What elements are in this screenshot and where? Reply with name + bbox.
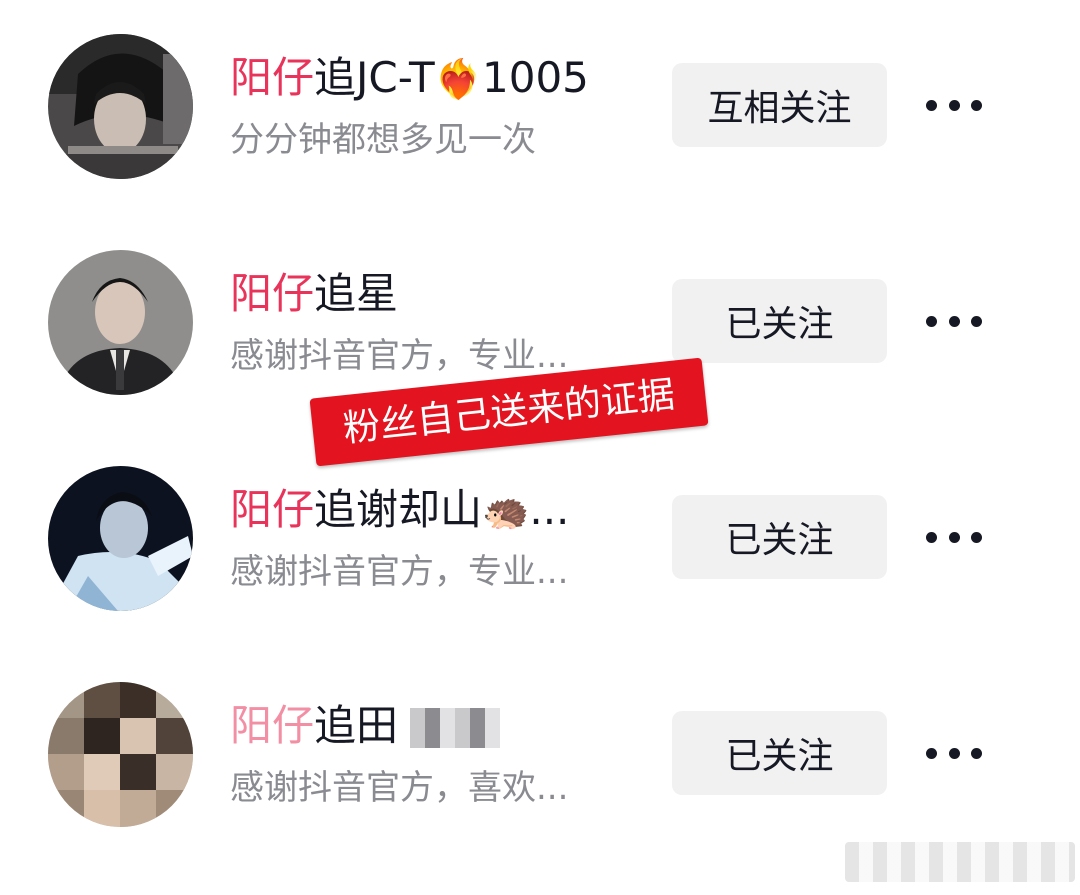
following-button[interactable]: 已关注 [672,279,887,363]
user-signature: 感谢抖音官方，专业... [230,552,569,592]
watermark [845,842,1075,882]
avatar[interactable] [48,682,193,827]
follow-button[interactable]: 互相关注 [672,63,887,147]
text-fade [578,118,618,162]
avatar[interactable] [48,34,193,179]
name-text: 追JC-T [314,53,435,102]
name-text: 追田 [314,701,399,750]
more-horizontal-icon[interactable] [926,527,982,547]
name-highlight: 阳仔 [230,485,315,534]
user-name[interactable]: 阳仔追星 [230,268,398,320]
user-name[interactable]: 阳仔追谢却山🦔... [230,484,569,537]
user-signature: 感谢抖音官方，喜欢... [230,768,569,808]
user-signature: 分分钟都想多见一次 [230,120,536,160]
name-highlight: 阳仔 [230,269,315,318]
heart-on-fire-icon: ❤️‍🔥 [434,57,483,101]
list-item[interactable]: 阳仔追谢却山🦔... 感谢抖音官方，专业... 已关注 [0,432,1080,632]
name-text: 追星 [314,269,399,318]
name-highlight: 阳仔 [230,701,315,750]
hedgehog-icon: 🦔 [482,489,530,533]
name-suffix: ... [529,485,570,534]
list-item[interactable]: 阳仔追田 感谢抖音官方，喜欢... 已关注 [0,648,1080,848]
mosaic-censor [410,708,500,748]
avatar[interactable] [48,250,193,395]
more-horizontal-icon[interactable] [926,95,982,115]
avatar[interactable] [48,466,193,611]
user-signature: 感谢抖音官方，专业... [230,336,569,376]
list-item[interactable]: 阳仔追JC-T❤️‍🔥1005 分分钟都想多见一次 互相关注 [0,0,1080,200]
following-button[interactable]: 已关注 [672,495,887,579]
following-button[interactable]: 已关注 [672,711,887,795]
more-horizontal-icon[interactable] [926,743,982,763]
name-text: 追谢却山 [314,485,483,534]
user-name[interactable]: 阳仔追JC-T❤️‍🔥1005 [230,52,589,105]
user-name[interactable]: 阳仔追田 [230,700,398,752]
more-horizontal-icon[interactable] [926,311,982,331]
name-suffix: 1005 [482,53,589,102]
name-highlight: 阳仔 [230,53,315,102]
